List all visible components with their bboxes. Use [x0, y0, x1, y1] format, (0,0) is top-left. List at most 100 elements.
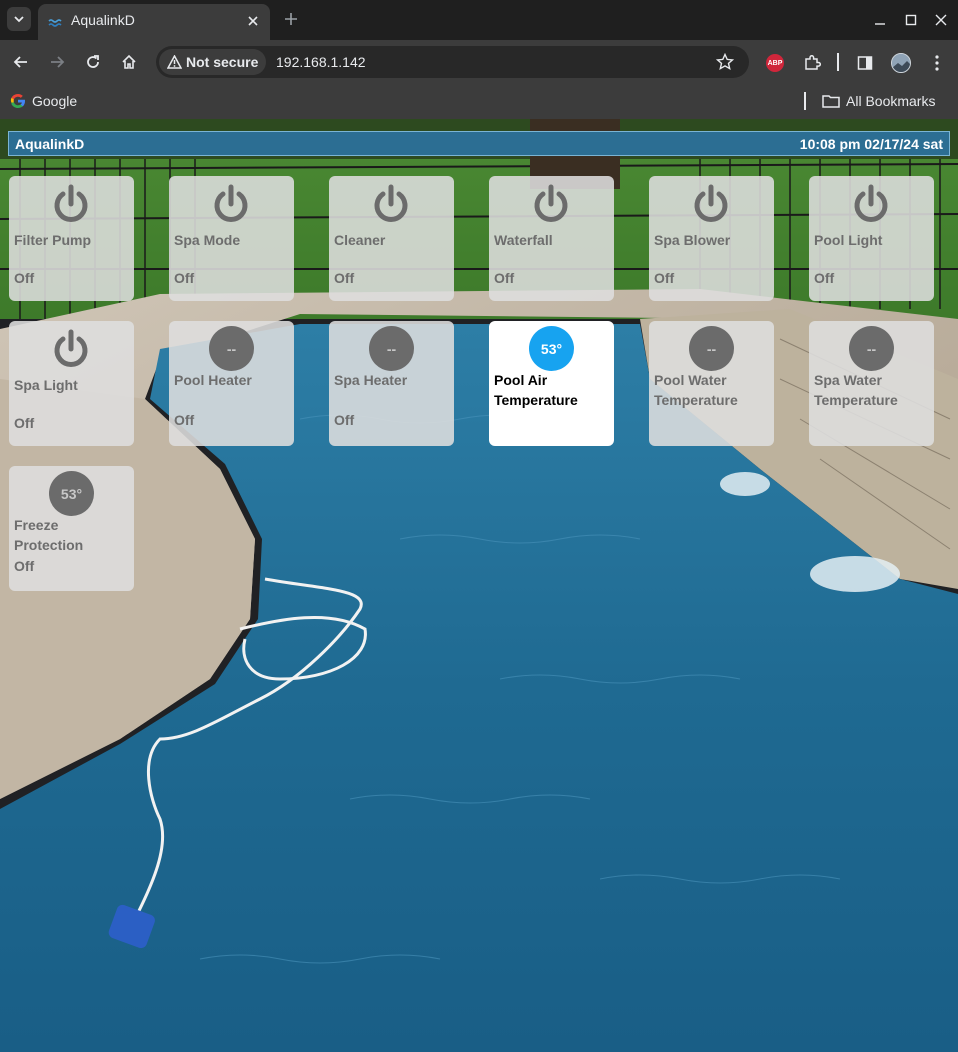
- maximize-icon: [905, 14, 917, 26]
- device-name: Spa Heater: [334, 372, 408, 388]
- folder-icon: [822, 95, 840, 108]
- toolbar-divider: [837, 53, 839, 71]
- avatar: [891, 53, 911, 73]
- sensor-tile-spa-water-temperature[interactable]: -- Spa Water Temperature: [809, 321, 934, 446]
- device-name: Pool Light: [814, 232, 883, 248]
- bookmarks-bar: Google All Bookmarks: [0, 84, 958, 119]
- adblock-icon: ABP: [766, 54, 784, 72]
- security-label: Not secure: [186, 54, 259, 70]
- new-tab-button[interactable]: [280, 8, 302, 30]
- device-name: Freeze Protection: [14, 517, 84, 553]
- device-state: Off: [494, 270, 515, 286]
- device-name: Pool Air Temperature: [494, 372, 578, 408]
- temperature-reading: --: [849, 326, 894, 371]
- device-state: Off: [14, 415, 35, 431]
- power-icon: [54, 184, 88, 222]
- puzzle-icon: [805, 54, 821, 70]
- side-panel-icon: [857, 56, 873, 70]
- arrow-right-icon: [51, 56, 65, 68]
- warning-icon: [167, 55, 182, 69]
- chevron-down-icon: [14, 16, 24, 23]
- device-name: Cleaner: [334, 232, 386, 248]
- close-tab-button[interactable]: [244, 12, 262, 30]
- arrow-left-icon: [13, 56, 27, 68]
- address-bar[interactable]: Not secure 192.168.1.142: [156, 46, 749, 78]
- app-title: AqualinkD: [15, 136, 85, 152]
- browser-toolbar: Not secure 192.168.1.142 ABP: [0, 40, 958, 84]
- device-state: Off: [334, 270, 355, 286]
- bookmark-google[interactable]: Google: [10, 90, 77, 112]
- device-tile-spa-blower[interactable]: Spa Blower Off: [649, 176, 774, 301]
- extensions-button[interactable]: [801, 52, 823, 74]
- bookmark-label: All Bookmarks: [846, 93, 936, 109]
- browser-menu-button[interactable]: [926, 52, 948, 74]
- close-icon: [935, 14, 947, 26]
- power-icon: [694, 184, 728, 222]
- device-state: Off: [174, 270, 195, 286]
- device-tile-freeze-protection[interactable]: 53° Freeze Protection Off: [9, 466, 134, 591]
- device-name: Waterfall: [494, 232, 553, 248]
- minimize-icon: [875, 23, 885, 25]
- tab-strip: AqualinkD: [0, 0, 958, 40]
- close-window-button[interactable]: [931, 10, 951, 30]
- url-text[interactable]: 192.168.1.142: [276, 54, 366, 70]
- device-name: Spa Water Temperature: [814, 372, 898, 408]
- device-state: Off: [334, 412, 355, 428]
- minimize-button[interactable]: [870, 10, 890, 30]
- bookmark-label: Google: [32, 93, 78, 109]
- app-header: AqualinkD 10:08 pm 02/17/24 sat: [8, 131, 950, 156]
- back-button[interactable]: [9, 50, 33, 74]
- bookmarks-divider: [804, 92, 806, 110]
- device-tile-waterfall[interactable]: Waterfall Off: [489, 176, 614, 301]
- kebab-menu-icon: [935, 55, 939, 71]
- pool-favicon-icon: [48, 19, 62, 27]
- heater-reading: --: [369, 326, 414, 371]
- device-tile-spa-light[interactable]: Spa Light Off: [9, 321, 134, 446]
- sensor-tile-pool-water-temperature[interactable]: -- Pool Water Temperature: [649, 321, 774, 446]
- star-icon: [716, 53, 734, 71]
- freeze-temperature-reading: 53°: [49, 471, 94, 516]
- device-tile-pool-light[interactable]: Pool Light Off: [809, 176, 934, 301]
- power-icon: [214, 184, 248, 222]
- power-icon: [534, 184, 568, 222]
- power-icon: [854, 184, 888, 222]
- device-name: Spa Mode: [174, 232, 241, 248]
- site-info-chip[interactable]: Not secure: [159, 49, 267, 75]
- aqualinkd-page: AqualinkD 10:08 pm 02/17/24 sat Filter P…: [0, 119, 958, 1052]
- device-name: Pool Heater: [174, 372, 252, 388]
- adblock-extension-button[interactable]: ABP: [764, 52, 786, 74]
- close-icon: [248, 16, 258, 26]
- power-icon: [374, 184, 408, 222]
- side-panel-button[interactable]: [854, 52, 876, 74]
- device-tile-spa-heater[interactable]: -- Spa Heater Off: [329, 321, 454, 446]
- maximize-button[interactable]: [901, 10, 921, 30]
- reload-icon: [87, 55, 99, 68]
- forward-button[interactable]: [45, 50, 69, 74]
- power-icon: [54, 329, 88, 367]
- tab-search-button[interactable]: [7, 7, 31, 31]
- bookmark-all-bookmarks[interactable]: All Bookmarks: [822, 90, 935, 112]
- device-state: Off: [814, 270, 835, 286]
- temperature-reading: --: [689, 326, 734, 371]
- device-state: Off: [14, 270, 35, 286]
- browser-tab[interactable]: AqualinkD: [38, 4, 270, 40]
- bookmark-star-button[interactable]: [715, 52, 735, 72]
- home-icon: [122, 54, 136, 69]
- device-name: Spa Blower: [654, 232, 731, 248]
- home-button[interactable]: [117, 50, 141, 74]
- heater-reading: --: [209, 326, 254, 371]
- device-name: Pool Water Temperature: [654, 372, 738, 408]
- device-name: Filter Pump: [14, 232, 92, 248]
- tab-title: AqualinkD: [71, 12, 135, 28]
- device-state: Off: [174, 412, 195, 428]
- device-state: Off: [654, 270, 675, 286]
- temperature-reading: 53°: [529, 326, 574, 371]
- profile-button[interactable]: [890, 52, 912, 74]
- device-tile-spa-mode[interactable]: Spa Mode Off: [169, 176, 294, 301]
- device-tile-filter-pump[interactable]: Filter Pump Off: [9, 176, 134, 301]
- device-tile-pool-heater[interactable]: -- Pool Heater Off: [169, 321, 294, 446]
- sensor-tile-pool-air-temperature[interactable]: 53° Pool Air Temperature: [489, 321, 614, 446]
- device-state: Off: [14, 558, 35, 574]
- device-tile-cleaner[interactable]: Cleaner Off: [329, 176, 454, 301]
- reload-button[interactable]: [81, 50, 105, 74]
